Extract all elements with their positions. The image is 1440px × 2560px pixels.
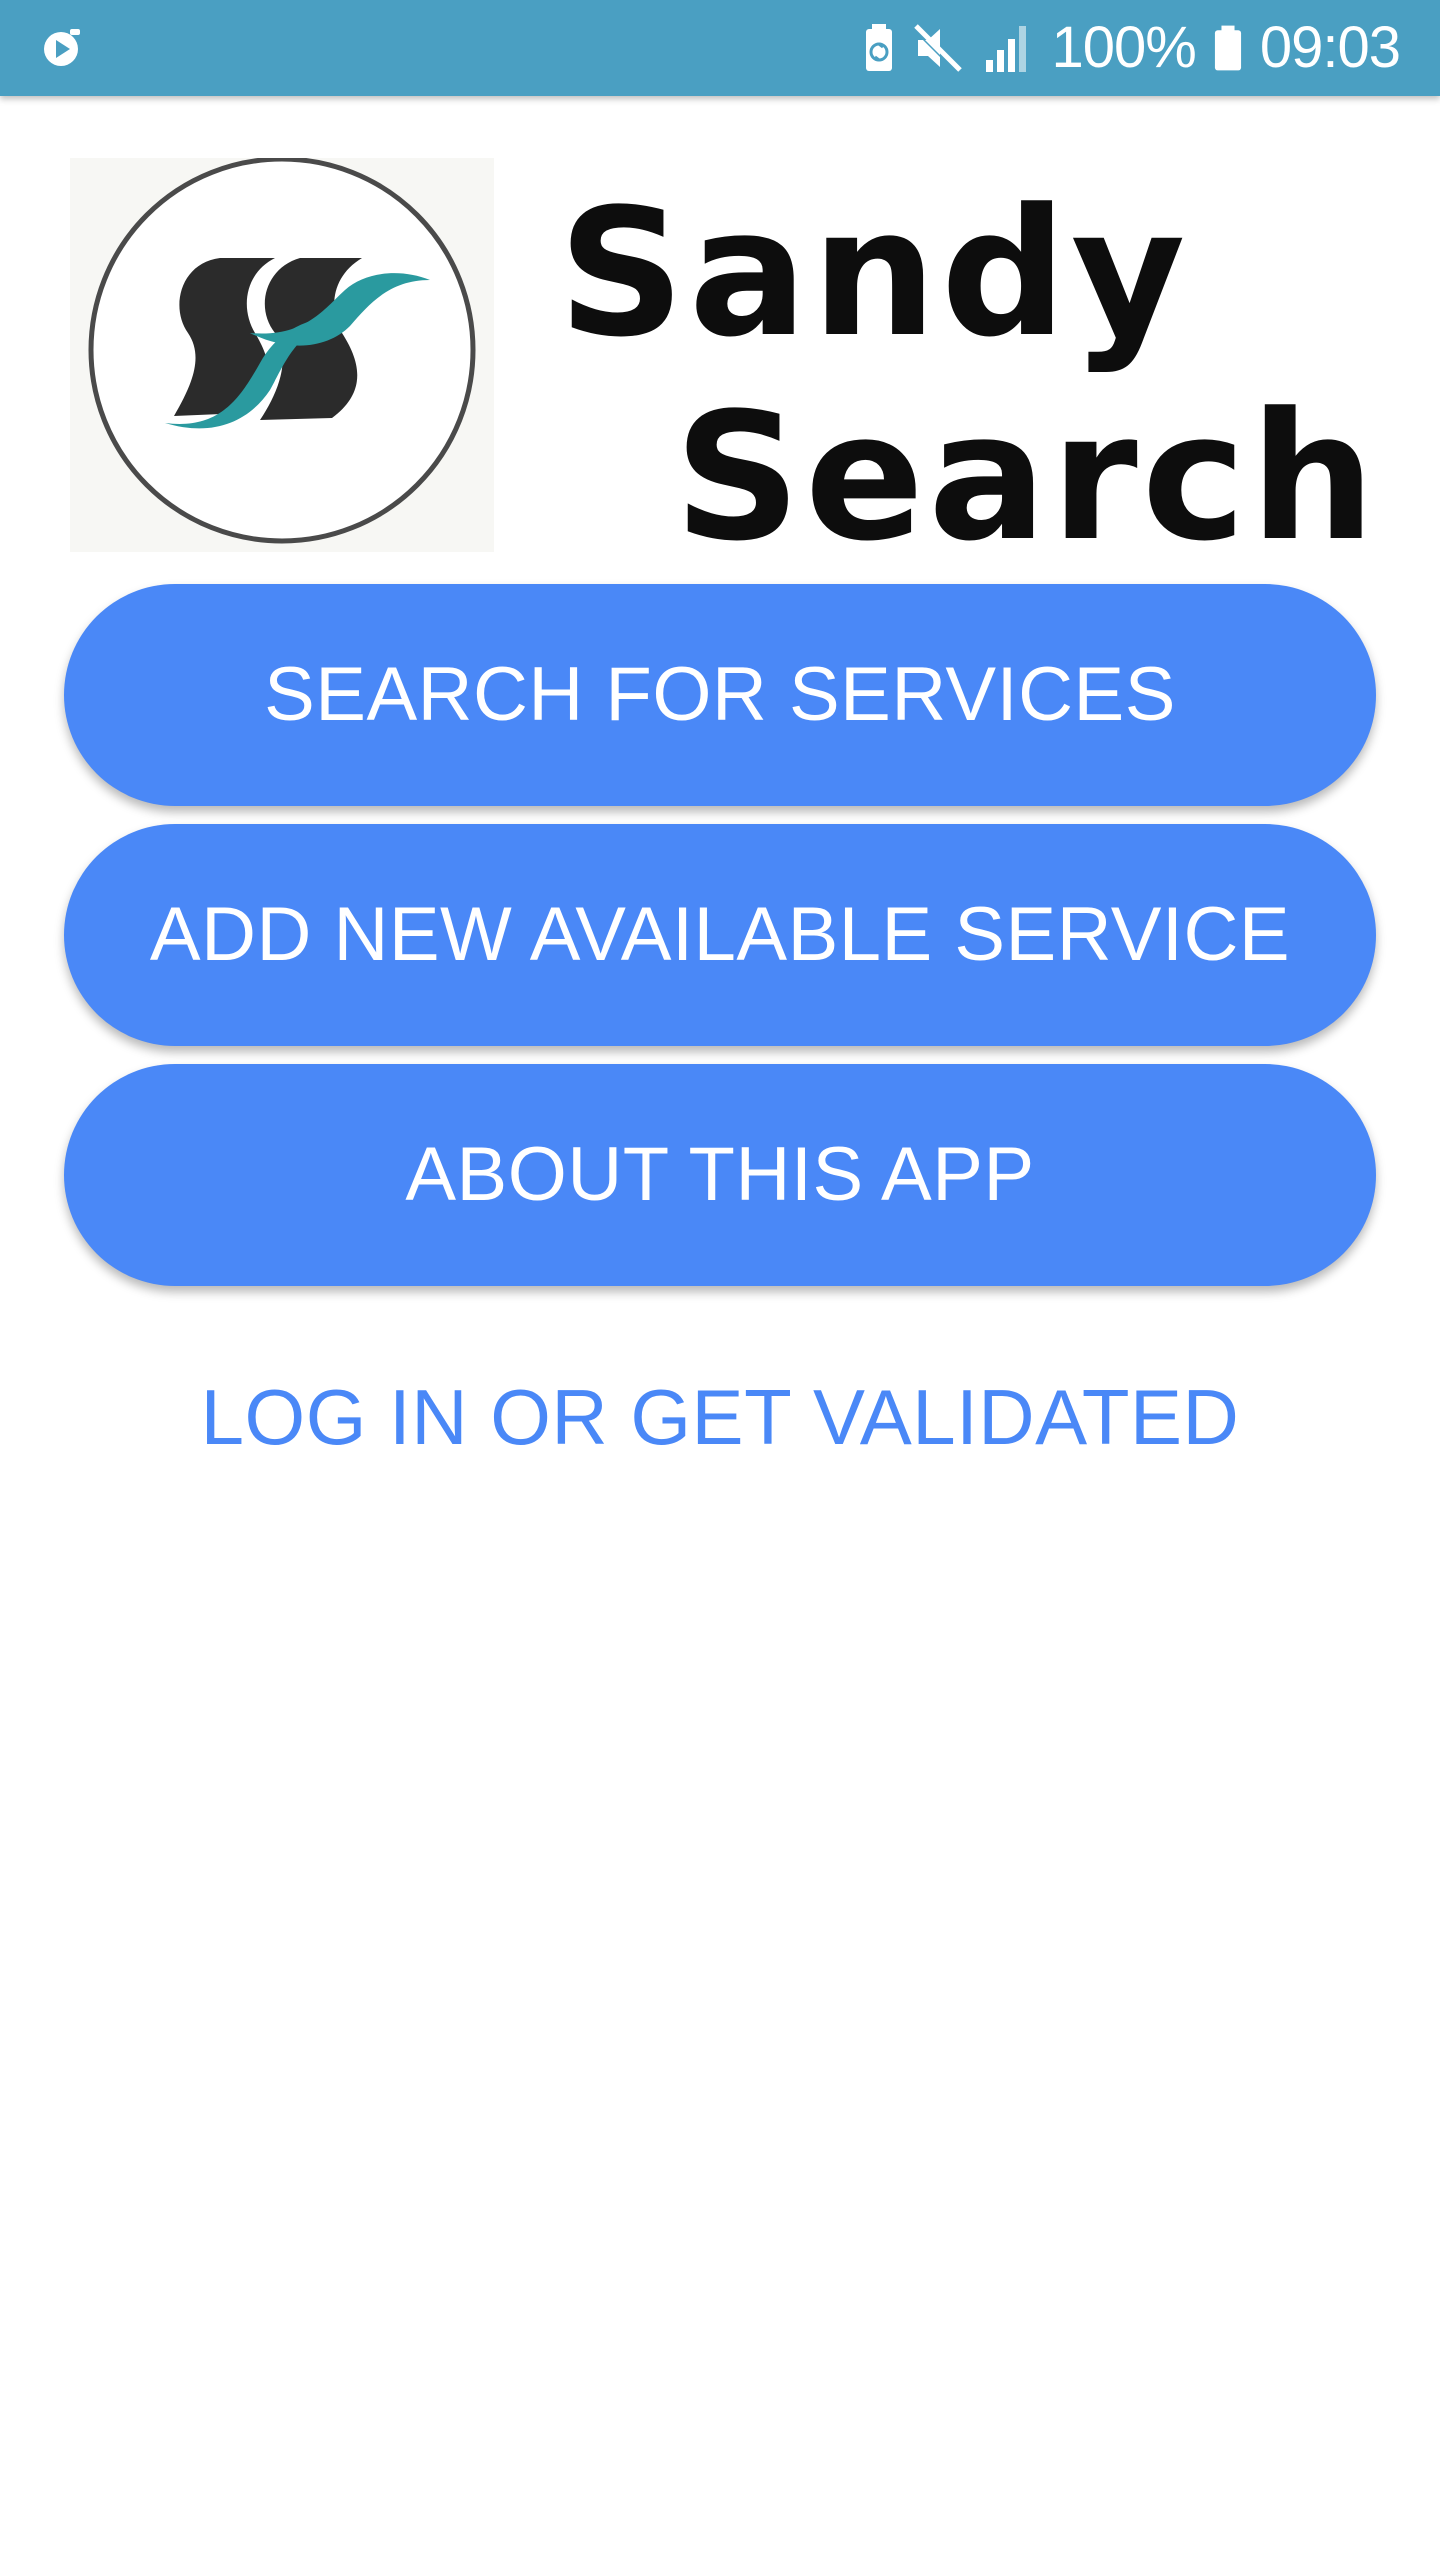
logo-word-search: Search xyxy=(674,375,1380,580)
status-icons: 100% 09:03 xyxy=(864,0,1401,96)
search-for-services-button[interactable]: SEARCH FOR SERVICES xyxy=(64,584,1376,806)
log-in-or-get-validated-link[interactable]: LOG IN OR GET VALIDATED xyxy=(0,1370,1440,1464)
battery-icon xyxy=(1214,25,1241,71)
add-new-available-service-button[interactable]: ADD NEW AVAILABLE SERVICE xyxy=(64,824,1376,1046)
battery-saver-icon xyxy=(865,24,892,71)
logo-emblem xyxy=(70,156,494,552)
sandy-search-logo-icon xyxy=(88,156,476,544)
battery-percent: 100% xyxy=(1051,15,1197,80)
logo-word-sandy: Sandy xyxy=(558,171,1190,376)
screen-recorder-icon xyxy=(44,29,80,66)
signal-icon xyxy=(985,26,1026,72)
status-bar: 100% 09:03 xyxy=(0,0,1440,96)
app-logo: Sandy Search xyxy=(70,156,1375,566)
clock: 09:03 xyxy=(1259,15,1401,80)
about-this-app-button[interactable]: ABOUT THIS APP xyxy=(64,1064,1376,1286)
mute-icon xyxy=(911,24,962,74)
